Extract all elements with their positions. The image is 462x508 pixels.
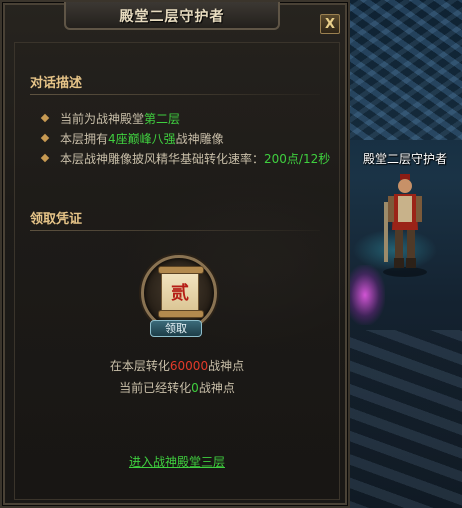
divider (30, 230, 320, 231)
npc-guardian[interactable] (380, 172, 430, 277)
diamond-bullet-icon (40, 133, 50, 142)
section-title-dialog: 对话描述 (30, 76, 83, 91)
scene-floor (340, 330, 462, 508)
scene-tiles (340, 0, 462, 140)
dialog-title: 殿堂二层守护者 (119, 9, 225, 25)
converted-points-line: 在本层转化60000战神点 (109, 359, 245, 373)
close-button[interactable]: X (320, 14, 340, 34)
close-icon: X (324, 16, 336, 32)
npc-name-label: 殿堂二层守护者 (362, 152, 447, 166)
current-points-line: 当前已经转化0战神点 (119, 381, 235, 395)
magic-glow (345, 265, 385, 325)
dialog-line-2: 本层拥有4座巅峰八强战神雕像 (40, 130, 224, 147)
scroll-icon: 贰 (158, 266, 204, 318)
emblem-character: 贰 (171, 283, 189, 304)
enter-next-floor-link[interactable]: 进入战神殿堂三层 (2, 453, 352, 470)
divider (30, 94, 320, 95)
claim-button[interactable]: 领取 (150, 320, 202, 337)
section-title-claim: 领取凭证 (30, 212, 83, 227)
diamond-bullet-icon (40, 153, 50, 162)
dialog-panel: 殿堂二层守护者 X 对话描述 当前为战神殿堂第二层 本层拥有4座巅峰八强战神雕像… (0, 0, 350, 508)
dialog-line-1: 当前为战神殿堂第二层 (40, 110, 180, 127)
diamond-bullet-icon (40, 113, 50, 122)
dialog-line-3: 本层战神雕像披风精华基础转化速率：200点/12秒 (40, 150, 330, 167)
